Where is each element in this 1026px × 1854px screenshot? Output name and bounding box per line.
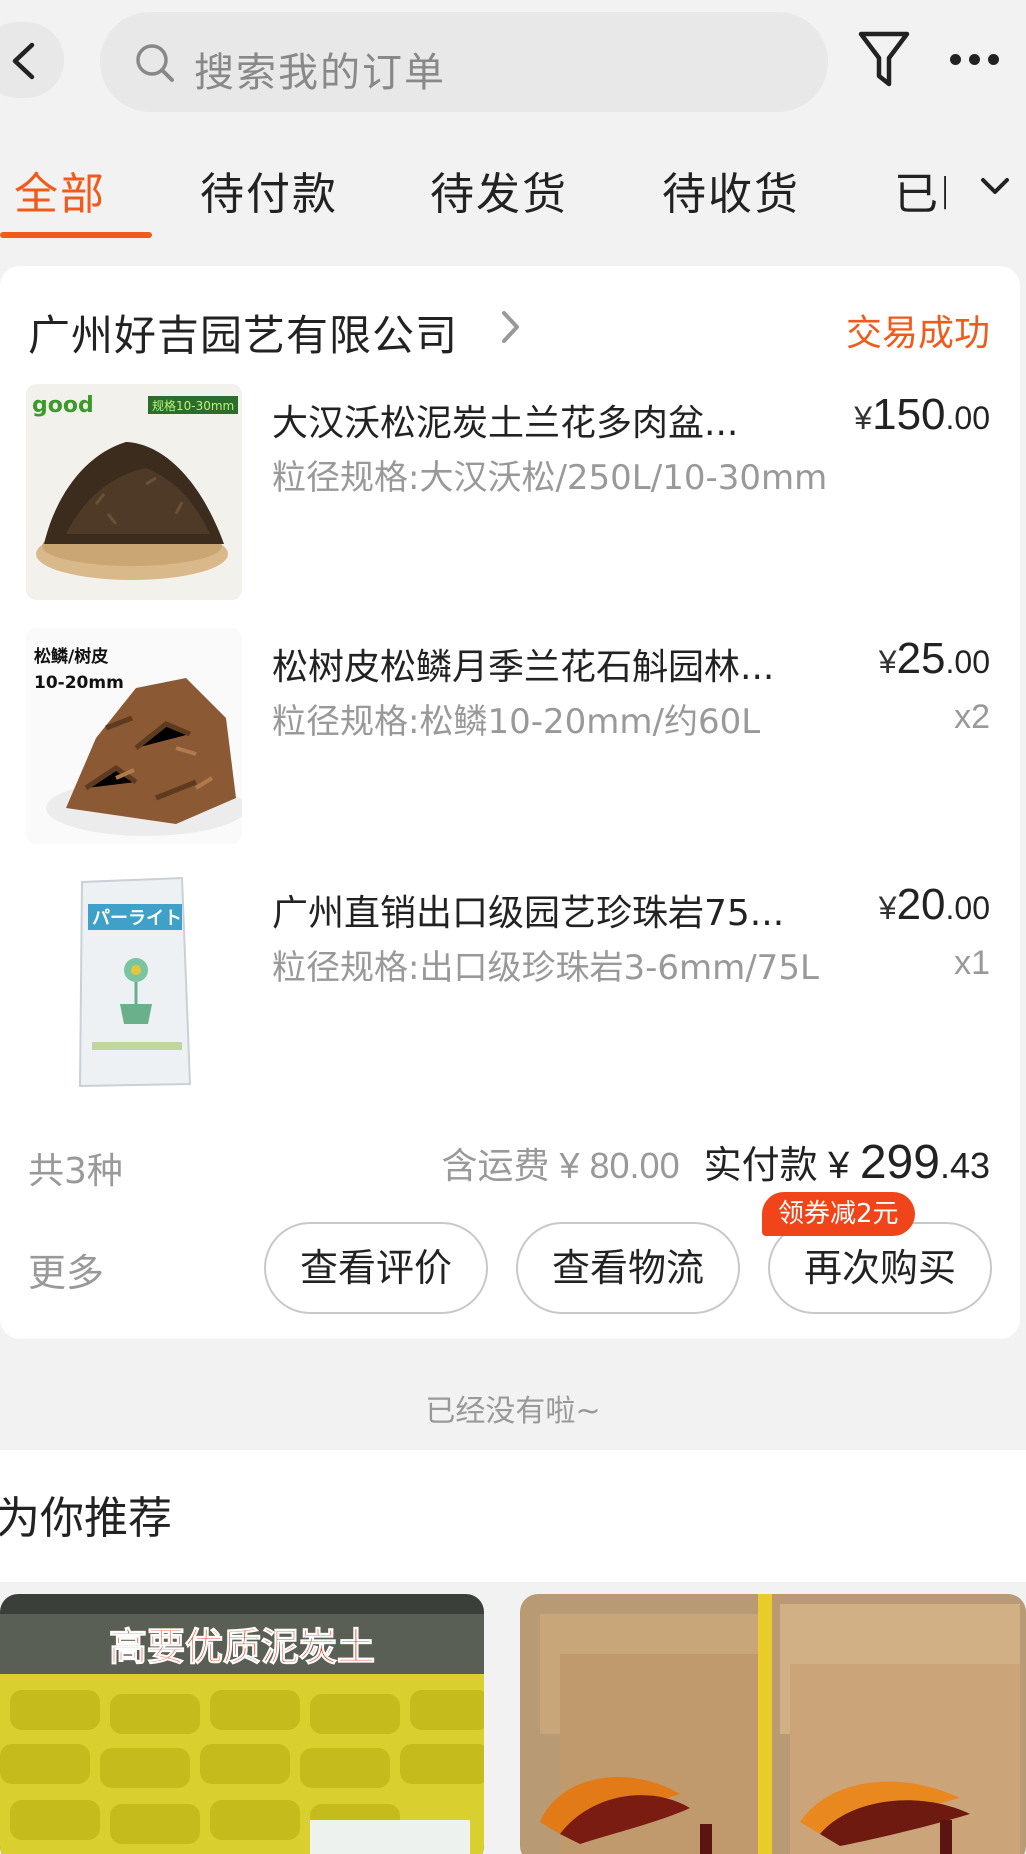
paid-amount-integer: 299	[859, 1136, 940, 1189]
view-logistics-button[interactable]: 查看物流	[516, 1222, 740, 1314]
item-quantity: x2	[954, 698, 990, 736]
product-image[interactable]: パーライト	[26, 874, 242, 1090]
recommend-product-card[interactable]	[520, 1594, 1026, 1854]
back-button[interactable]	[0, 22, 64, 98]
more-actions-link[interactable]: 更多	[28, 1242, 104, 1297]
recommend-banner-text: 高要优质泥炭土	[109, 1625, 375, 1669]
product-image-label: 松鳞/树皮	[34, 646, 108, 667]
tab-all[interactable]: 全部	[14, 158, 106, 222]
item-count: 共3种	[28, 1151, 123, 1192]
recommend-header: 为你推荐	[0, 1450, 1026, 1582]
end-of-list-text: 已经没有啦~	[425, 1394, 601, 1429]
item-price: ¥150.00	[854, 390, 990, 439]
order-status: 交易成功	[845, 313, 990, 354]
item-title[interactable]: 松树皮松鳞月季兰花石斛园林...	[272, 638, 812, 690]
recommend-title: 为你推荐	[0, 1493, 172, 1544]
item-spec: 粒径规格:松鳞10-20mm/约60L	[272, 702, 761, 742]
chevron-right-icon[interactable]	[500, 310, 520, 344]
order-tabs: 全部 待付款 待发货 待收货 已l	[0, 140, 1026, 240]
chevron-left-icon	[12, 42, 35, 80]
top-bar: 搜索我的订单	[0, 0, 1026, 130]
order-item[interactable]: good 规格10-30mm 大汉沃松泥炭土兰花多肉盆... 粒径规格:大汉沃松…	[0, 384, 1020, 604]
item-price: ¥25.00	[878, 634, 990, 683]
search-bar[interactable]: 搜索我的订单	[100, 12, 828, 112]
chevron-down-icon[interactable]	[980, 176, 1010, 196]
product-image[interactable]: good 规格10-30mm	[26, 384, 242, 600]
item-price: ¥20.00	[878, 880, 990, 929]
view-review-button[interactable]: 查看评价	[264, 1222, 488, 1314]
product-image-badge: 规格10-30mm	[152, 398, 234, 413]
order-item[interactable]: パーライト 广州直销出口级园艺珍珠岩75... 粒径规格:出口级珍珠岩3-6mm…	[0, 874, 1020, 1094]
search-placeholder: 搜索我的订单	[194, 50, 446, 96]
item-spec: 粒径规格:大汉沃松/250L/10-30mm	[272, 458, 828, 498]
order-item[interactable]: 松鳞/树皮 10-20mm 松树皮松鳞月季兰花石斛园林... 粒径规格:松鳞10…	[0, 628, 1020, 848]
order-card[interactable]: 广州好吉园艺有限公司 交易成功 good 规格10-30mm 大汉沃松泥炭土兰花…	[0, 266, 1020, 1339]
tab-completed[interactable]: 已l	[894, 158, 946, 222]
item-spec: 粒径规格:出口级珍珠岩3-6mm/75L	[272, 948, 819, 988]
item-quantity: x1	[954, 944, 990, 982]
tab-pending-receipt[interactable]: 待收货	[662, 158, 800, 222]
paid-amount-decimal: .43	[939, 1145, 990, 1186]
product-image-badge: 10-20mm	[34, 673, 124, 693]
paid-label: 实付款 ¥	[703, 1145, 860, 1187]
coupon-badge: 领券减2元	[762, 1192, 915, 1236]
more-icon[interactable]	[950, 50, 1007, 69]
search-icon	[136, 44, 174, 82]
item-title[interactable]: 大汉沃松泥炭土兰花多肉盆...	[272, 394, 812, 446]
product-image-label: パーライト	[92, 908, 182, 929]
item-title[interactable]: 广州直销出口级园艺珍珠岩75...	[272, 884, 812, 936]
shop-name[interactable]: 广州好吉园艺有限公司	[28, 302, 458, 363]
recommend-product-card[interactable]: 高要优质泥炭土	[0, 1594, 484, 1854]
tab-pending-payment[interactable]: 待付款	[200, 158, 338, 222]
product-image[interactable]: 松鳞/树皮 10-20mm	[26, 628, 242, 844]
tab-pending-shipment[interactable]: 待发货	[430, 158, 568, 222]
order-total: 含运费 ¥ 80.00 实付款 ¥ 299.43	[441, 1134, 990, 1190]
filter-icon[interactable]	[858, 30, 910, 90]
tab-active-indicator	[0, 232, 152, 238]
product-image-logo: good	[32, 393, 94, 418]
shipping-fee: 含运费 ¥ 80.00	[441, 1145, 680, 1186]
